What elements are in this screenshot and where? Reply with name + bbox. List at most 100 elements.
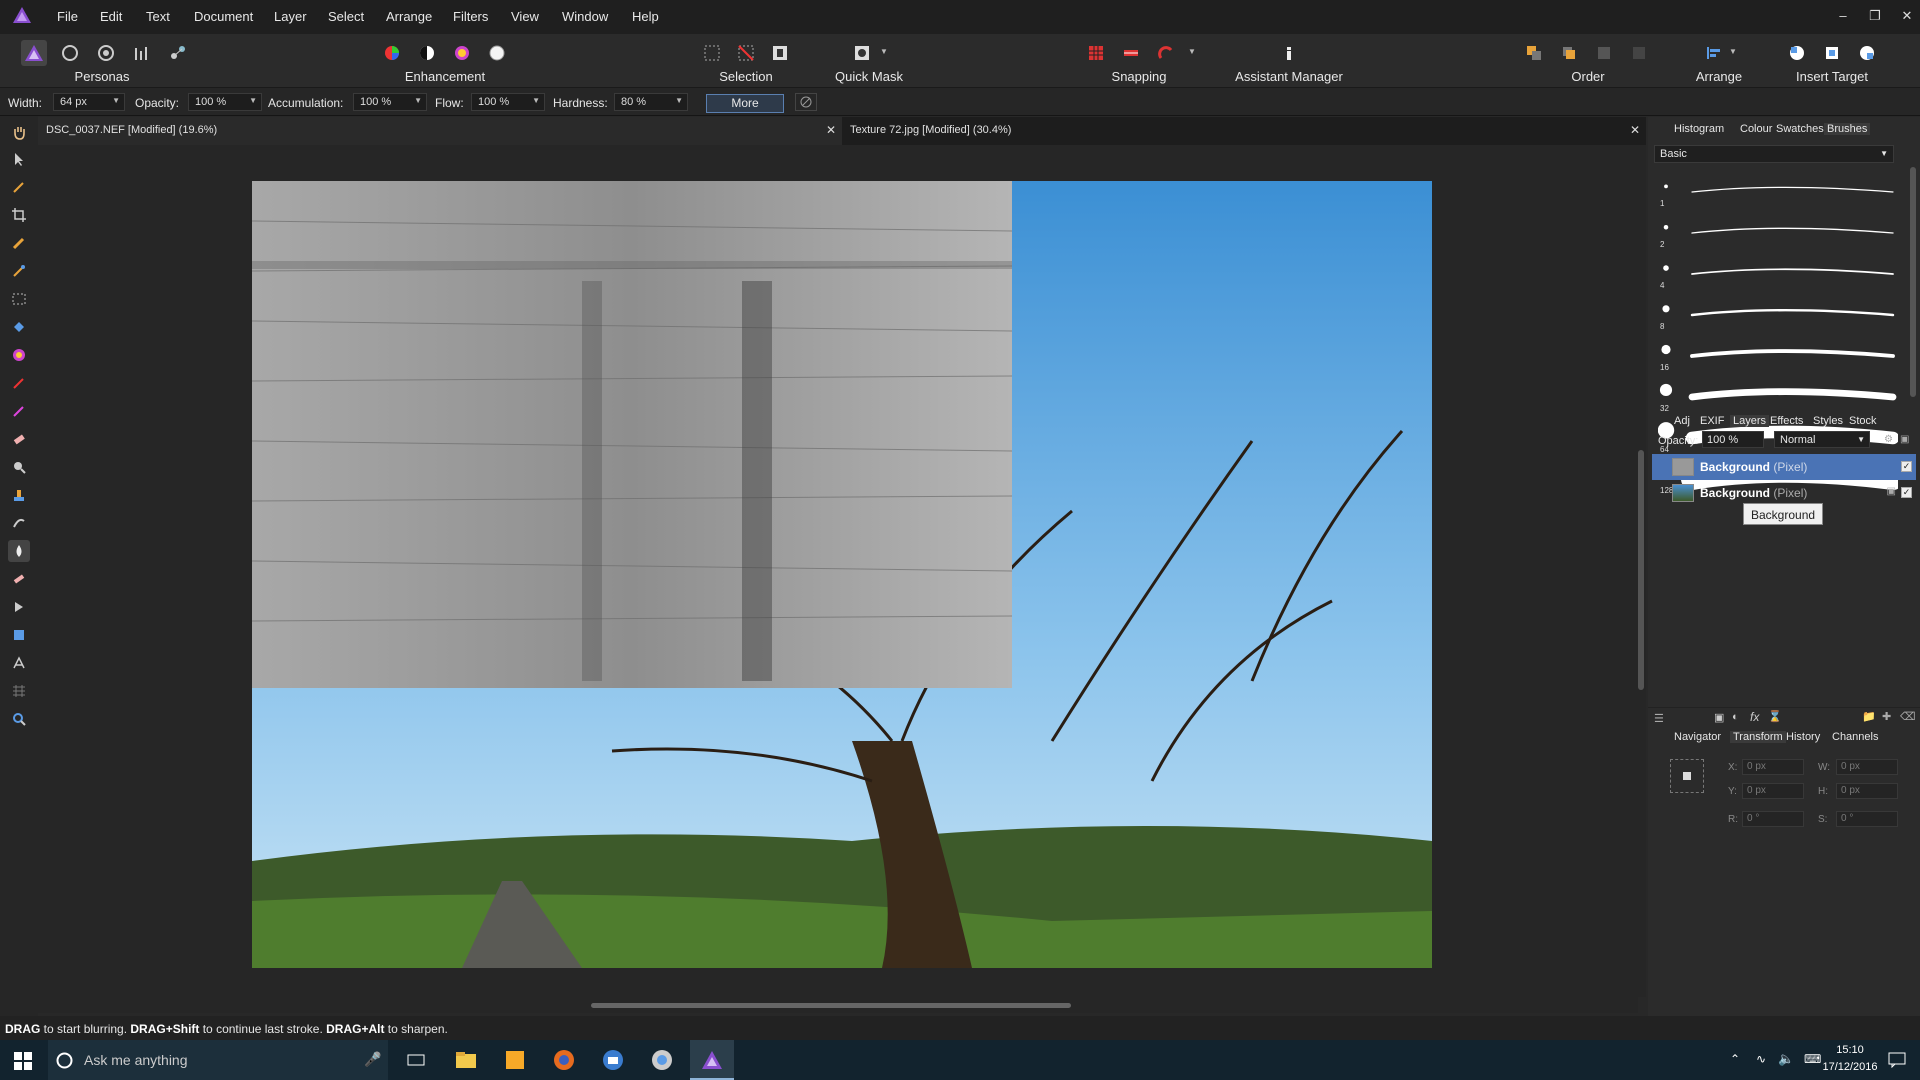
tab-swatches[interactable]: Swatches [1776, 123, 1824, 135]
brush-preset[interactable]: 4 [1658, 255, 1898, 293]
width-field[interactable]: 64 px ▼ [53, 93, 125, 111]
develop-persona-button[interactable] [93, 40, 119, 66]
layer-visibility-checkbox[interactable]: ✓ [1901, 487, 1912, 498]
document-tab-texture72[interactable]: Texture 72.jpg [Modified] (30.4%) ✕ [842, 117, 1646, 145]
quick-mask-dropdown-icon[interactable]: ▼ [880, 47, 888, 56]
mask-icon[interactable]: ▣ [1714, 711, 1724, 724]
tab-history[interactable]: History [1786, 731, 1820, 743]
volume-icon[interactable]: 🔈 [1778, 1051, 1794, 1067]
file-explorer-icon[interactable] [454, 1048, 478, 1072]
deselect-button[interactable] [733, 40, 759, 66]
tab-histogram[interactable]: Histogram [1674, 123, 1724, 135]
menu-view[interactable]: View [511, 9, 539, 24]
document-tab-dsc0037[interactable]: DSC_0037.NEF [Modified] (19.6%) ✕ [38, 117, 842, 145]
restore-icon[interactable]: ❐ [1865, 8, 1885, 24]
wifi-icon[interactable]: ∿ [1756, 1052, 1766, 1066]
more-button[interactable]: More [706, 94, 784, 113]
quick-mask-button[interactable] [849, 40, 875, 66]
invert-selection-button[interactable] [767, 40, 793, 66]
order-front-button[interactable] [1626, 40, 1652, 66]
x-field[interactable]: 0 px [1742, 759, 1804, 775]
adjustment-icon[interactable]: ◐ [1732, 711, 1739, 723]
hardness-field[interactable]: 80 % ▼ [614, 93, 688, 111]
flood-fill-tool[interactable] [8, 316, 30, 338]
auto-white-balance-button[interactable] [484, 40, 510, 66]
windows-start-icon[interactable] [14, 1052, 32, 1070]
brush-preset[interactable]: 16 [1658, 337, 1898, 375]
menu-select[interactable]: Select [328, 9, 364, 24]
arrange-dropdown-icon[interactable]: ▼ [1729, 47, 1737, 56]
crop-tool[interactable] [8, 204, 30, 226]
tab-brushes[interactable]: Brushes [1824, 123, 1871, 135]
view-tool[interactable] [8, 121, 30, 143]
store-icon[interactable] [503, 1048, 527, 1072]
erase-brush-tool[interactable] [8, 428, 30, 450]
tab-stock[interactable]: Stock [1849, 415, 1877, 427]
clone-tool[interactable] [8, 484, 30, 506]
group-folder-icon[interactable]: 📁 [1862, 710, 1876, 723]
snapping-toggle-button[interactable] [1118, 40, 1144, 66]
brush-preset[interactable]: 1 [1658, 173, 1898, 211]
menu-file[interactable]: File [57, 9, 78, 24]
tab-layers[interactable]: Layers [1730, 415, 1770, 427]
close-tab-icon[interactable]: ✕ [1630, 123, 1640, 137]
horizontal-scrollbar[interactable] [38, 997, 1638, 1013]
auto-contrast-button[interactable] [414, 40, 440, 66]
close-window-icon[interactable]: ✕ [1897, 8, 1917, 24]
cortana-search-box[interactable]: Ask me anything 🎤 [48, 1040, 388, 1080]
snapping-magnet-button[interactable] [1153, 40, 1179, 66]
tab-channels[interactable]: Channels [1832, 731, 1878, 743]
auto-colours-button[interactable] [449, 40, 475, 66]
brush-list-scroll[interactable] [1910, 167, 1916, 397]
paint-brush-tool[interactable] [8, 372, 30, 394]
layers-stack-icon[interactable]: ☰ [1654, 712, 1664, 725]
mesh-warp-tool[interactable] [8, 680, 30, 702]
shear-field[interactable]: 0 ° [1836, 811, 1898, 827]
blend-mode-select[interactable]: Normal ▼ [1774, 431, 1870, 448]
thunderbird-icon[interactable] [601, 1048, 625, 1072]
liquify-persona-button[interactable] [57, 40, 83, 66]
brush-preset[interactable]: 32 [1658, 378, 1898, 416]
clock-time[interactable]: 15:10 [1818, 1044, 1882, 1056]
inpainting-tool[interactable] [8, 568, 30, 590]
menu-arrange[interactable]: Arrange [386, 9, 432, 24]
menu-document[interactable]: Document [194, 9, 253, 24]
brush-preset[interactable]: 2 [1658, 214, 1898, 252]
add-layer-icon[interactable]: ✚ [1882, 710, 1891, 723]
menu-edit[interactable]: Edit [100, 9, 122, 24]
snapping-grid-button[interactable] [1083, 40, 1109, 66]
blur-brush-tool[interactable] [8, 540, 30, 562]
microphone-icon[interactable]: 🎤 [364, 1051, 381, 1068]
action-center-icon[interactable] [1888, 1052, 1906, 1068]
brush-preset[interactable]: 8 [1658, 296, 1898, 334]
snapping-dropdown-icon[interactable]: ▼ [1188, 47, 1196, 56]
shape-tool[interactable] [8, 624, 30, 646]
selection-brush-tool[interactable] [8, 232, 30, 254]
insert-target-inside-button[interactable] [1819, 40, 1845, 66]
assistant-manager-button[interactable] [1276, 40, 1302, 66]
marquee-tool[interactable] [8, 288, 30, 310]
text-tool[interactable] [8, 652, 30, 674]
colour-picker-tool[interactable] [8, 176, 30, 198]
insert-target-behind-button[interactable] [1854, 40, 1880, 66]
chevron-up-icon[interactable]: ⌃ [1730, 1052, 1740, 1066]
y-field[interactable]: 0 px [1742, 783, 1804, 799]
pen-tool[interactable] [8, 596, 30, 618]
opacity-field[interactable]: 100 % ▼ [188, 93, 262, 111]
tab-transform[interactable]: Transform [1730, 731, 1786, 743]
layer-opacity-field[interactable]: 100 % [1702, 431, 1764, 448]
gradient-tool[interactable] [8, 344, 30, 366]
menu-filters[interactable]: Filters [453, 9, 488, 24]
menu-text[interactable]: Text [146, 9, 170, 24]
pressure-button[interactable] [795, 93, 817, 111]
document-canvas[interactable] [252, 181, 1432, 968]
fx-icon[interactable]: fx [1750, 710, 1759, 724]
h-field[interactable]: 0 px [1836, 783, 1898, 799]
insert-target-front-button[interactable] [1784, 40, 1810, 66]
auto-levels-button[interactable] [379, 40, 405, 66]
export-persona-button[interactable] [165, 40, 191, 66]
tab-effects[interactable]: Effects [1770, 415, 1803, 427]
live-filter-icon[interactable]: ⌛ [1768, 710, 1782, 723]
trash-icon[interactable]: ⌫ [1900, 710, 1916, 723]
tab-exif[interactable]: EXIF [1700, 415, 1724, 427]
